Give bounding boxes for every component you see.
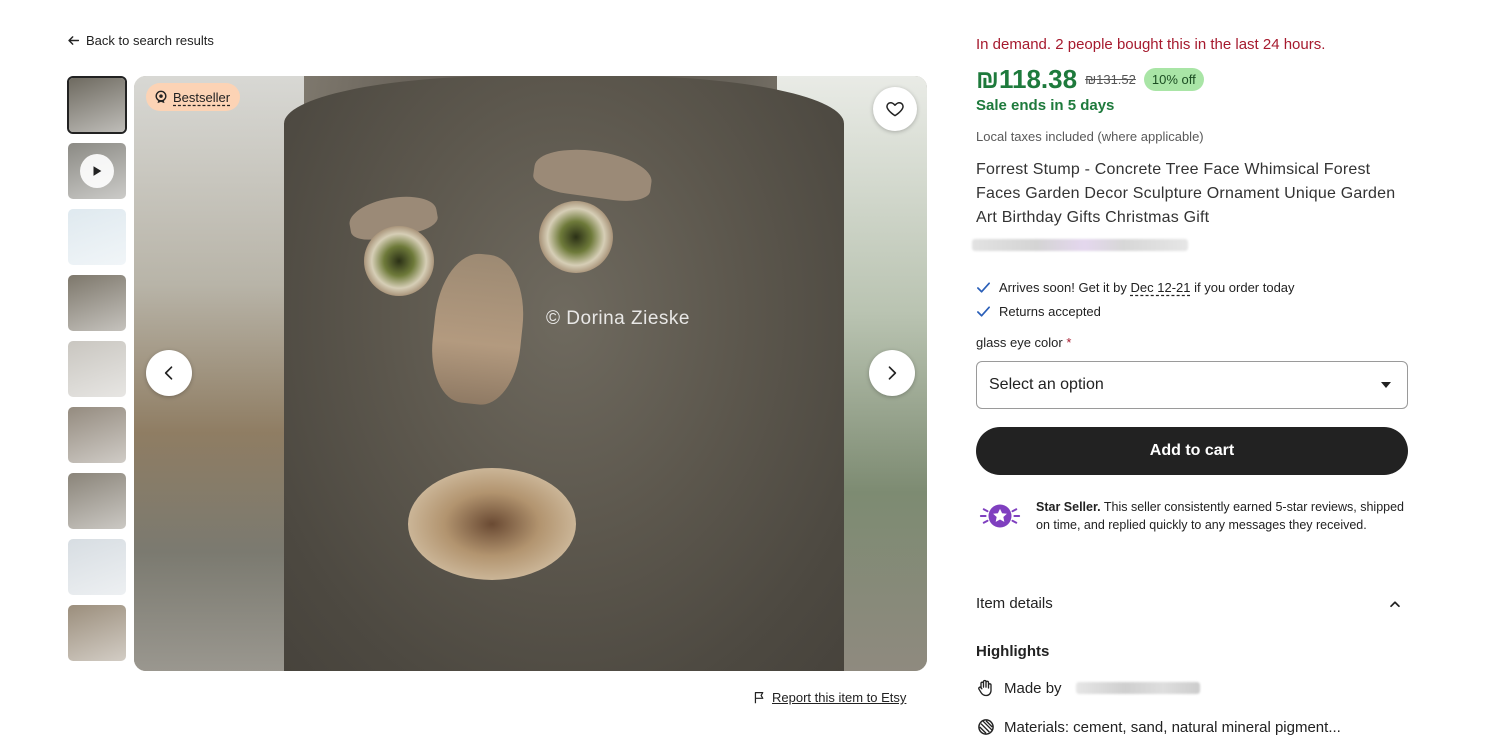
- star-seller-notice: Star Seller. This seller consistently ea…: [976, 492, 1408, 540]
- select-placeholder: Select an option: [989, 376, 1104, 393]
- heart-icon: [886, 102, 904, 117]
- made-by-row: Made by: [976, 678, 1200, 698]
- item-details-toggle[interactable]: Item details: [976, 595, 1408, 612]
- next-image-button[interactable]: [869, 350, 915, 396]
- thumbnail-strip: [67, 76, 129, 670]
- thumbnail-image[interactable]: [67, 472, 127, 530]
- hand-icon: [978, 679, 992, 697]
- thumbnail-preview: [68, 275, 126, 331]
- flag-icon: [754, 692, 764, 704]
- arrival-text: Arrives soon! Get it by Dec 12-21 if you…: [999, 280, 1295, 295]
- arrow-left-icon: [68, 36, 80, 45]
- glass-eye-color-select[interactable]: Select an option: [976, 361, 1408, 409]
- star-seller-title: Star Seller.: [1036, 500, 1101, 514]
- thumbnail-image[interactable]: [67, 538, 127, 596]
- caret-down-icon: [1381, 382, 1391, 388]
- image-watermark: © Dorina Zieske: [546, 308, 690, 329]
- thumbnail-image[interactable]: [67, 340, 127, 398]
- sculpture-right-eye: [539, 201, 613, 273]
- sale-ends-text: Sale ends in 5 days: [976, 97, 1115, 114]
- highlights-heading: Highlights: [976, 643, 1050, 660]
- thumbnail-image[interactable]: [67, 406, 127, 464]
- report-item-link[interactable]: Report this item to Etsy: [753, 690, 906, 705]
- bestseller-badge: Bestseller: [146, 83, 241, 111]
- play-icon: [80, 154, 114, 188]
- thumbnail-image[interactable]: [67, 274, 127, 332]
- checkmark-icon: [977, 305, 990, 317]
- thumbnail-preview: [68, 209, 126, 265]
- materials-text: Materials: cement, sand, natural mineral…: [1004, 718, 1341, 736]
- shipping-info: Arrives soon! Get it by Dec 12-21 if you…: [976, 275, 1295, 323]
- returns-row: Returns accepted: [976, 299, 1295, 323]
- previous-image-button[interactable]: [146, 350, 192, 396]
- back-to-search-link[interactable]: Back to search results: [67, 33, 214, 48]
- materials-row: Materials: cement, sand, natural mineral…: [976, 717, 1341, 737]
- thumbnail-preview: [69, 78, 125, 132]
- arrival-prefix: Arrives soon! Get it by: [999, 279, 1131, 295]
- price-row: ₪118.38 ₪131.52 10% off: [976, 64, 1204, 95]
- thumbnail-image[interactable]: [67, 208, 127, 266]
- arrival-row: Arrives soon! Get it by Dec 12-21 if you…: [976, 275, 1295, 299]
- demand-notice: In demand. 2 people bought this in the l…: [976, 36, 1326, 53]
- chevron-right-icon: [888, 366, 897, 380]
- returns-text: Returns accepted: [999, 303, 1101, 319]
- thumbnail-preview: [68, 605, 126, 661]
- chevron-up-icon: [1390, 600, 1400, 607]
- thumbnail-preview: [68, 539, 126, 595]
- back-link-label: Back to search results: [86, 33, 214, 48]
- sculpture-lips: [408, 468, 576, 580]
- arrival-dates[interactable]: Dec 12-21: [1131, 280, 1191, 295]
- bestseller-label: Bestseller: [173, 89, 231, 105]
- checkmark-icon: [977, 281, 990, 293]
- made-by-label: Made by: [1004, 679, 1062, 697]
- star-seller-text: Star Seller. This seller consistently ea…: [1036, 498, 1408, 534]
- variation-label: glass eye color *: [976, 335, 1071, 350]
- thumbnail-image[interactable]: [67, 604, 127, 662]
- discount-badge: 10% off: [1143, 68, 1204, 91]
- item-details-label: Item details: [976, 595, 1053, 612]
- listing-title: Forrest Stump - Concrete Tree Face Whims…: [976, 161, 1396, 226]
- medal-icon: [155, 90, 167, 104]
- taxes-note: Local taxes included (where applicable): [976, 129, 1204, 144]
- report-link-label: Report this item to Etsy: [772, 690, 907, 705]
- thumbnail-preview: [68, 341, 126, 397]
- thumbnail-video[interactable]: [67, 142, 127, 200]
- sculpture-left-eye: [364, 226, 434, 296]
- blurred-shop-info: [972, 239, 1188, 251]
- star-seller-icon: [976, 492, 1024, 540]
- main-product-image[interactable]: © Dorina Zieske Bestseller: [134, 76, 927, 671]
- thumbnail-preview: [68, 407, 126, 463]
- thumbnail-image[interactable]: [67, 76, 127, 134]
- required-mark: *: [1066, 335, 1072, 350]
- original-price: ₪131.52: [1085, 72, 1136, 87]
- arrival-suffix: if you order today: [1190, 279, 1295, 295]
- variation-label-text: glass eye color: [976, 335, 1063, 350]
- current-price: ₪118.38: [976, 64, 1078, 94]
- favorite-button[interactable]: [873, 87, 917, 131]
- blurred-maker-name: [1075, 682, 1200, 694]
- add-to-cart-button[interactable]: Add to cart: [976, 427, 1408, 475]
- thumbnail-preview: [68, 473, 126, 529]
- materials-icon: [978, 719, 994, 735]
- chevron-left-icon: [164, 366, 173, 380]
